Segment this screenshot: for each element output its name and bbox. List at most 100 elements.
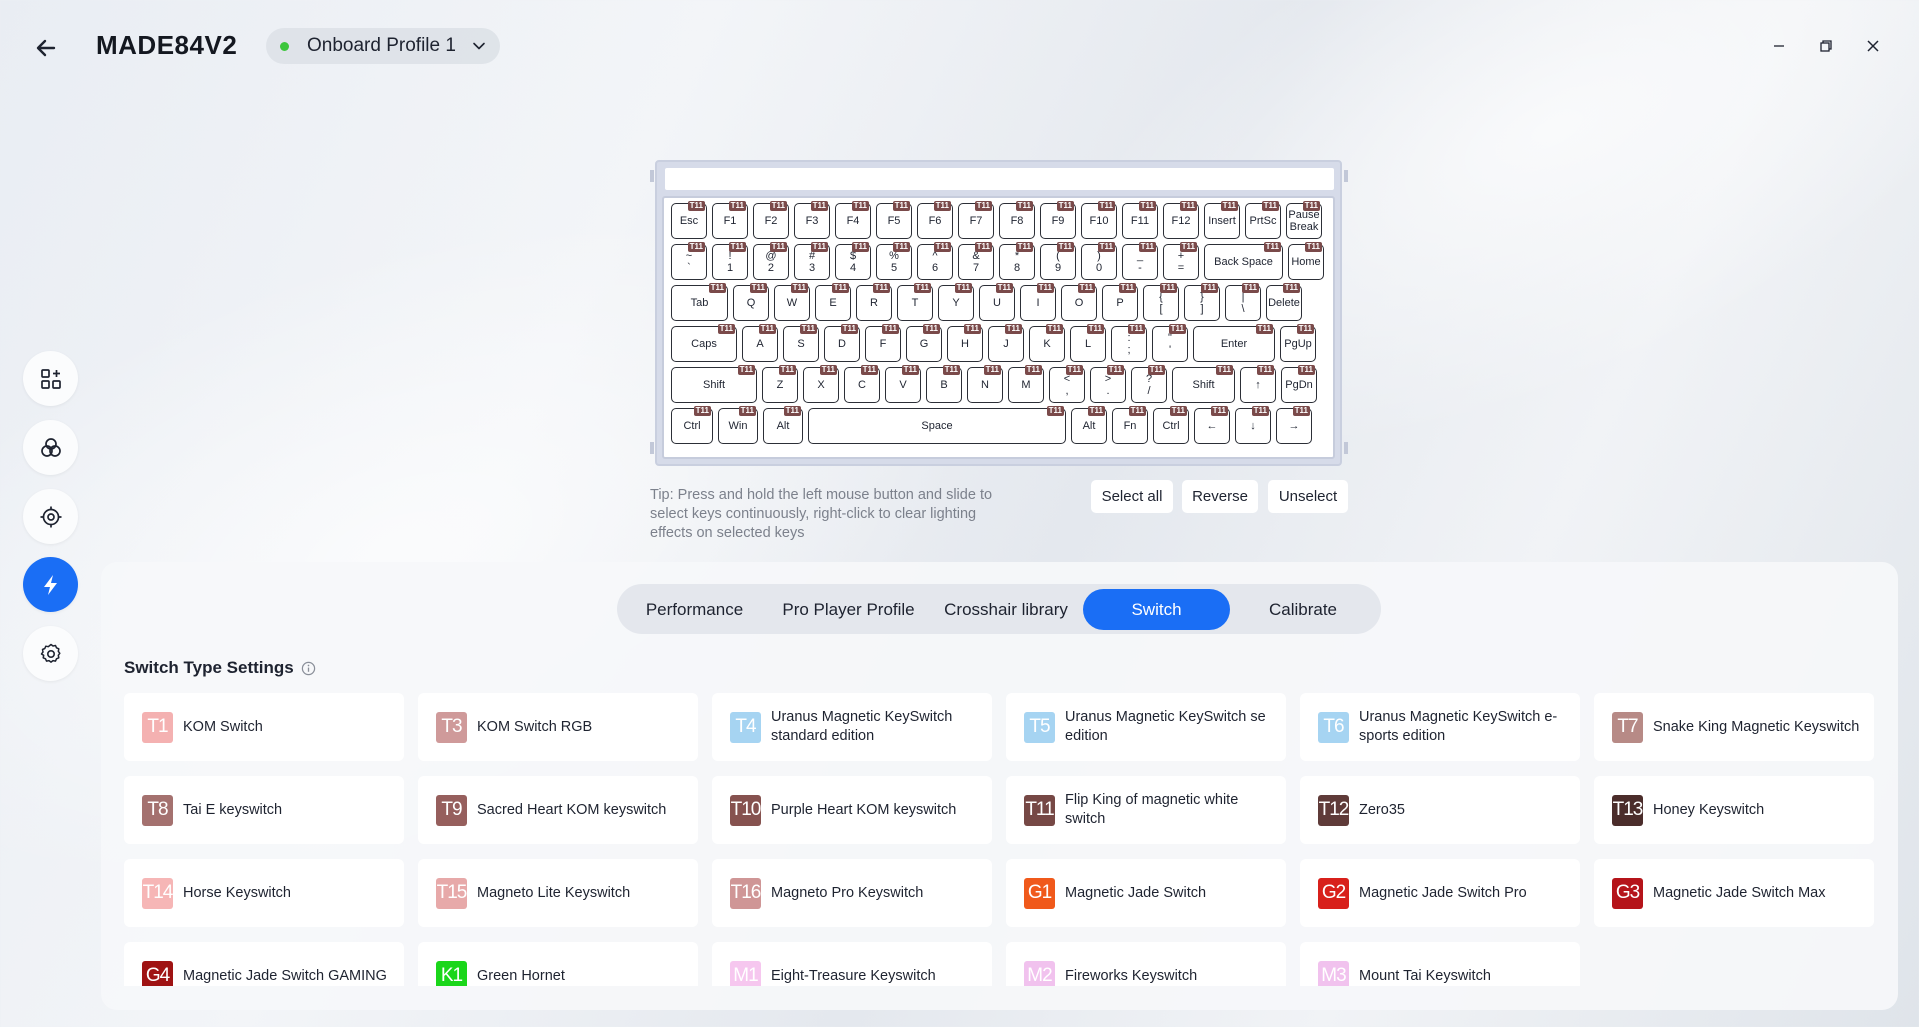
select-all-button[interactable]: Select all [1091,480,1173,513]
key-win[interactable]: Win T11 [718,406,758,444]
key-!-1[interactable]: ! 1 T11 [712,242,748,280]
key-g[interactable]: G T11 [906,324,942,362]
key-f9[interactable]: F9 T11 [1040,201,1076,239]
key-back-space[interactable]: Back Space T11 [1204,242,1283,280]
key-pause-break[interactable]: Pause Break T11 [1286,201,1322,239]
tab-crosshair-library[interactable]: Crosshair library [935,589,1077,630]
key-|-\[interactable]: | \ T11 [1225,283,1261,321]
key-q[interactable]: Q T11 [733,283,769,321]
key-k[interactable]: K T11 [1029,324,1065,362]
switch-card-m3[interactable]: M3 Mount Tai Keyswitch [1300,942,1580,986]
switch-card-t10[interactable]: T10 Purple Heart KOM keyswitch [712,776,992,844]
key-f1[interactable]: F1 T11 [712,201,748,239]
restore-button[interactable] [1811,34,1841,58]
key-f[interactable]: F T11 [865,324,901,362]
tab-performance[interactable]: Performance [626,589,763,630]
key-c[interactable]: C T11 [844,365,880,403]
unselect-button[interactable]: Unselect [1268,480,1348,513]
switch-card-t11[interactable]: T11 Flip King of magnetic white switch [1006,776,1286,844]
key-f2[interactable]: F2 T11 [753,201,789,239]
key-n[interactable]: N T11 [967,365,1003,403]
key-*-8[interactable]: * 8 T11 [999,242,1035,280]
key-f5[interactable]: F5 T11 [876,201,912,239]
key-delete[interactable]: Delete T11 [1266,283,1302,321]
key-~-`[interactable]: ~ ` T11 [671,242,707,280]
key-insert[interactable]: Insert T11 [1204,201,1240,239]
profile-dropdown[interactable]: Onboard Profile 1 [266,28,500,64]
key->-.[interactable]: > . T11 [1090,365,1126,403]
key-@-2[interactable]: @ 2 T11 [753,242,789,280]
key-←[interactable]: ← T11 [1194,406,1230,444]
key-$-4[interactable]: $ 4 T11 [835,242,871,280]
key-}-][interactable]: } ] T11 [1184,283,1220,321]
key-pgup[interactable]: PgUp T11 [1280,324,1316,362]
switch-card-m1[interactable]: M1 Eight-Treasure Keyswitch [712,942,992,986]
key-h[interactable]: H T11 [947,324,983,362]
key-f8[interactable]: F8 T11 [999,201,1035,239]
key-r[interactable]: R T11 [856,283,892,321]
key-a[interactable]: A T11 [742,324,778,362]
tab-calibrate[interactable]: Calibrate [1237,589,1369,630]
switch-card-t8[interactable]: T8 Tai E keyswitch [124,776,404,844]
key-f7[interactable]: F7 T11 [958,201,994,239]
key-alt[interactable]: Alt T11 [1071,406,1107,444]
key-"-'[interactable]: " ' T11 [1152,324,1188,362]
back-button[interactable] [28,30,64,66]
key-(-9[interactable]: ( 9 T11 [1040,242,1076,280]
key-enter[interactable]: Enter T11 [1193,324,1275,362]
key-:-;[interactable]: : ; T11 [1111,324,1147,362]
key-prtsc[interactable]: PrtSc T11 [1245,201,1281,239]
key-f6[interactable]: F6 T11 [917,201,953,239]
info-icon[interactable] [301,661,316,676]
key-z[interactable]: Z T11 [762,365,798,403]
key-{-[[interactable]: { [T11 [1143,283,1179,321]
key-ctrl[interactable]: Ctrl T11 [1153,406,1189,444]
key-y[interactable]: Y T11 [938,283,974,321]
key-b[interactable]: B T11 [926,365,962,403]
sidebar-item-performance[interactable] [23,557,78,612]
switch-card-t6[interactable]: T6 Uranus Magnetic KeySwitch e-sports edi… [1300,693,1580,761]
key-l[interactable]: L T11 [1070,324,1106,362]
minimize-button[interactable] [1764,34,1794,58]
sidebar-item-settings[interactable] [23,626,78,681]
key-#-3[interactable]: # 3 T11 [794,242,830,280]
key-v[interactable]: V T11 [885,365,921,403]
key-f11[interactable]: F11 T11 [1122,201,1158,239]
key-home[interactable]: Home T11 [1288,242,1324,280]
tab-pro-player-profile[interactable]: Pro Player Profile [772,589,925,630]
key-t[interactable]: T T11 [897,283,933,321]
switch-card-k1[interactable]: K1 Green Hornet [418,942,698,986]
switch-card-t14[interactable]: T14 Horse Keyswitch [124,859,404,927]
reverse-button[interactable]: Reverse [1182,480,1258,513]
key-p[interactable]: P T11 [1102,283,1138,321]
key-d[interactable]: D T11 [824,324,860,362]
close-button[interactable] [1858,34,1888,58]
switch-card-g1[interactable]: G1 Magnetic Jade Switch [1006,859,1286,927]
switch-card-t12[interactable]: T12 Zero35 [1300,776,1580,844]
key-_--[interactable]: _ - T11 [1122,242,1158,280]
key-?-/[interactable]: ? / T11 [1131,365,1167,403]
key-m[interactable]: M T11 [1008,365,1044,403]
key-f4[interactable]: F4 T11 [835,201,871,239]
key-j[interactable]: J T11 [988,324,1024,362]
key-fn[interactable]: Fn T11 [1112,406,1148,444]
key-u[interactable]: U T11 [979,283,1015,321]
key-)-0[interactable]: ) 0 T11 [1081,242,1117,280]
key-f3[interactable]: F3 T11 [794,201,830,239]
key-esc[interactable]: Esc T11 [671,201,707,239]
switch-card-t3[interactable]: T3 KOM Switch RGB [418,693,698,761]
key-e[interactable]: E T11 [815,283,851,321]
key-<-,[interactable]: < , T11 [1049,365,1085,403]
key-f10[interactable]: F10 T11 [1081,201,1117,239]
key-shift[interactable]: Shift T11 [671,365,757,403]
switch-card-t9[interactable]: T9 Sacred Heart KOM keyswitch [418,776,698,844]
key-tab[interactable]: Tab T11 [671,283,728,321]
key-x[interactable]: X T11 [803,365,839,403]
switch-card-g2[interactable]: G2 Magnetic Jade Switch Pro [1300,859,1580,927]
sidebar-item-macro[interactable] [23,489,78,544]
key-%-5[interactable]: % 5 T11 [876,242,912,280]
switch-card-t5[interactable]: T5 Uranus Magnetic KeySwitch se edition [1006,693,1286,761]
key-alt[interactable]: Alt T11 [763,406,803,444]
key-space[interactable]: Space T11 [808,406,1066,444]
switch-card-m2[interactable]: M2 Fireworks Keyswitch [1006,942,1286,986]
